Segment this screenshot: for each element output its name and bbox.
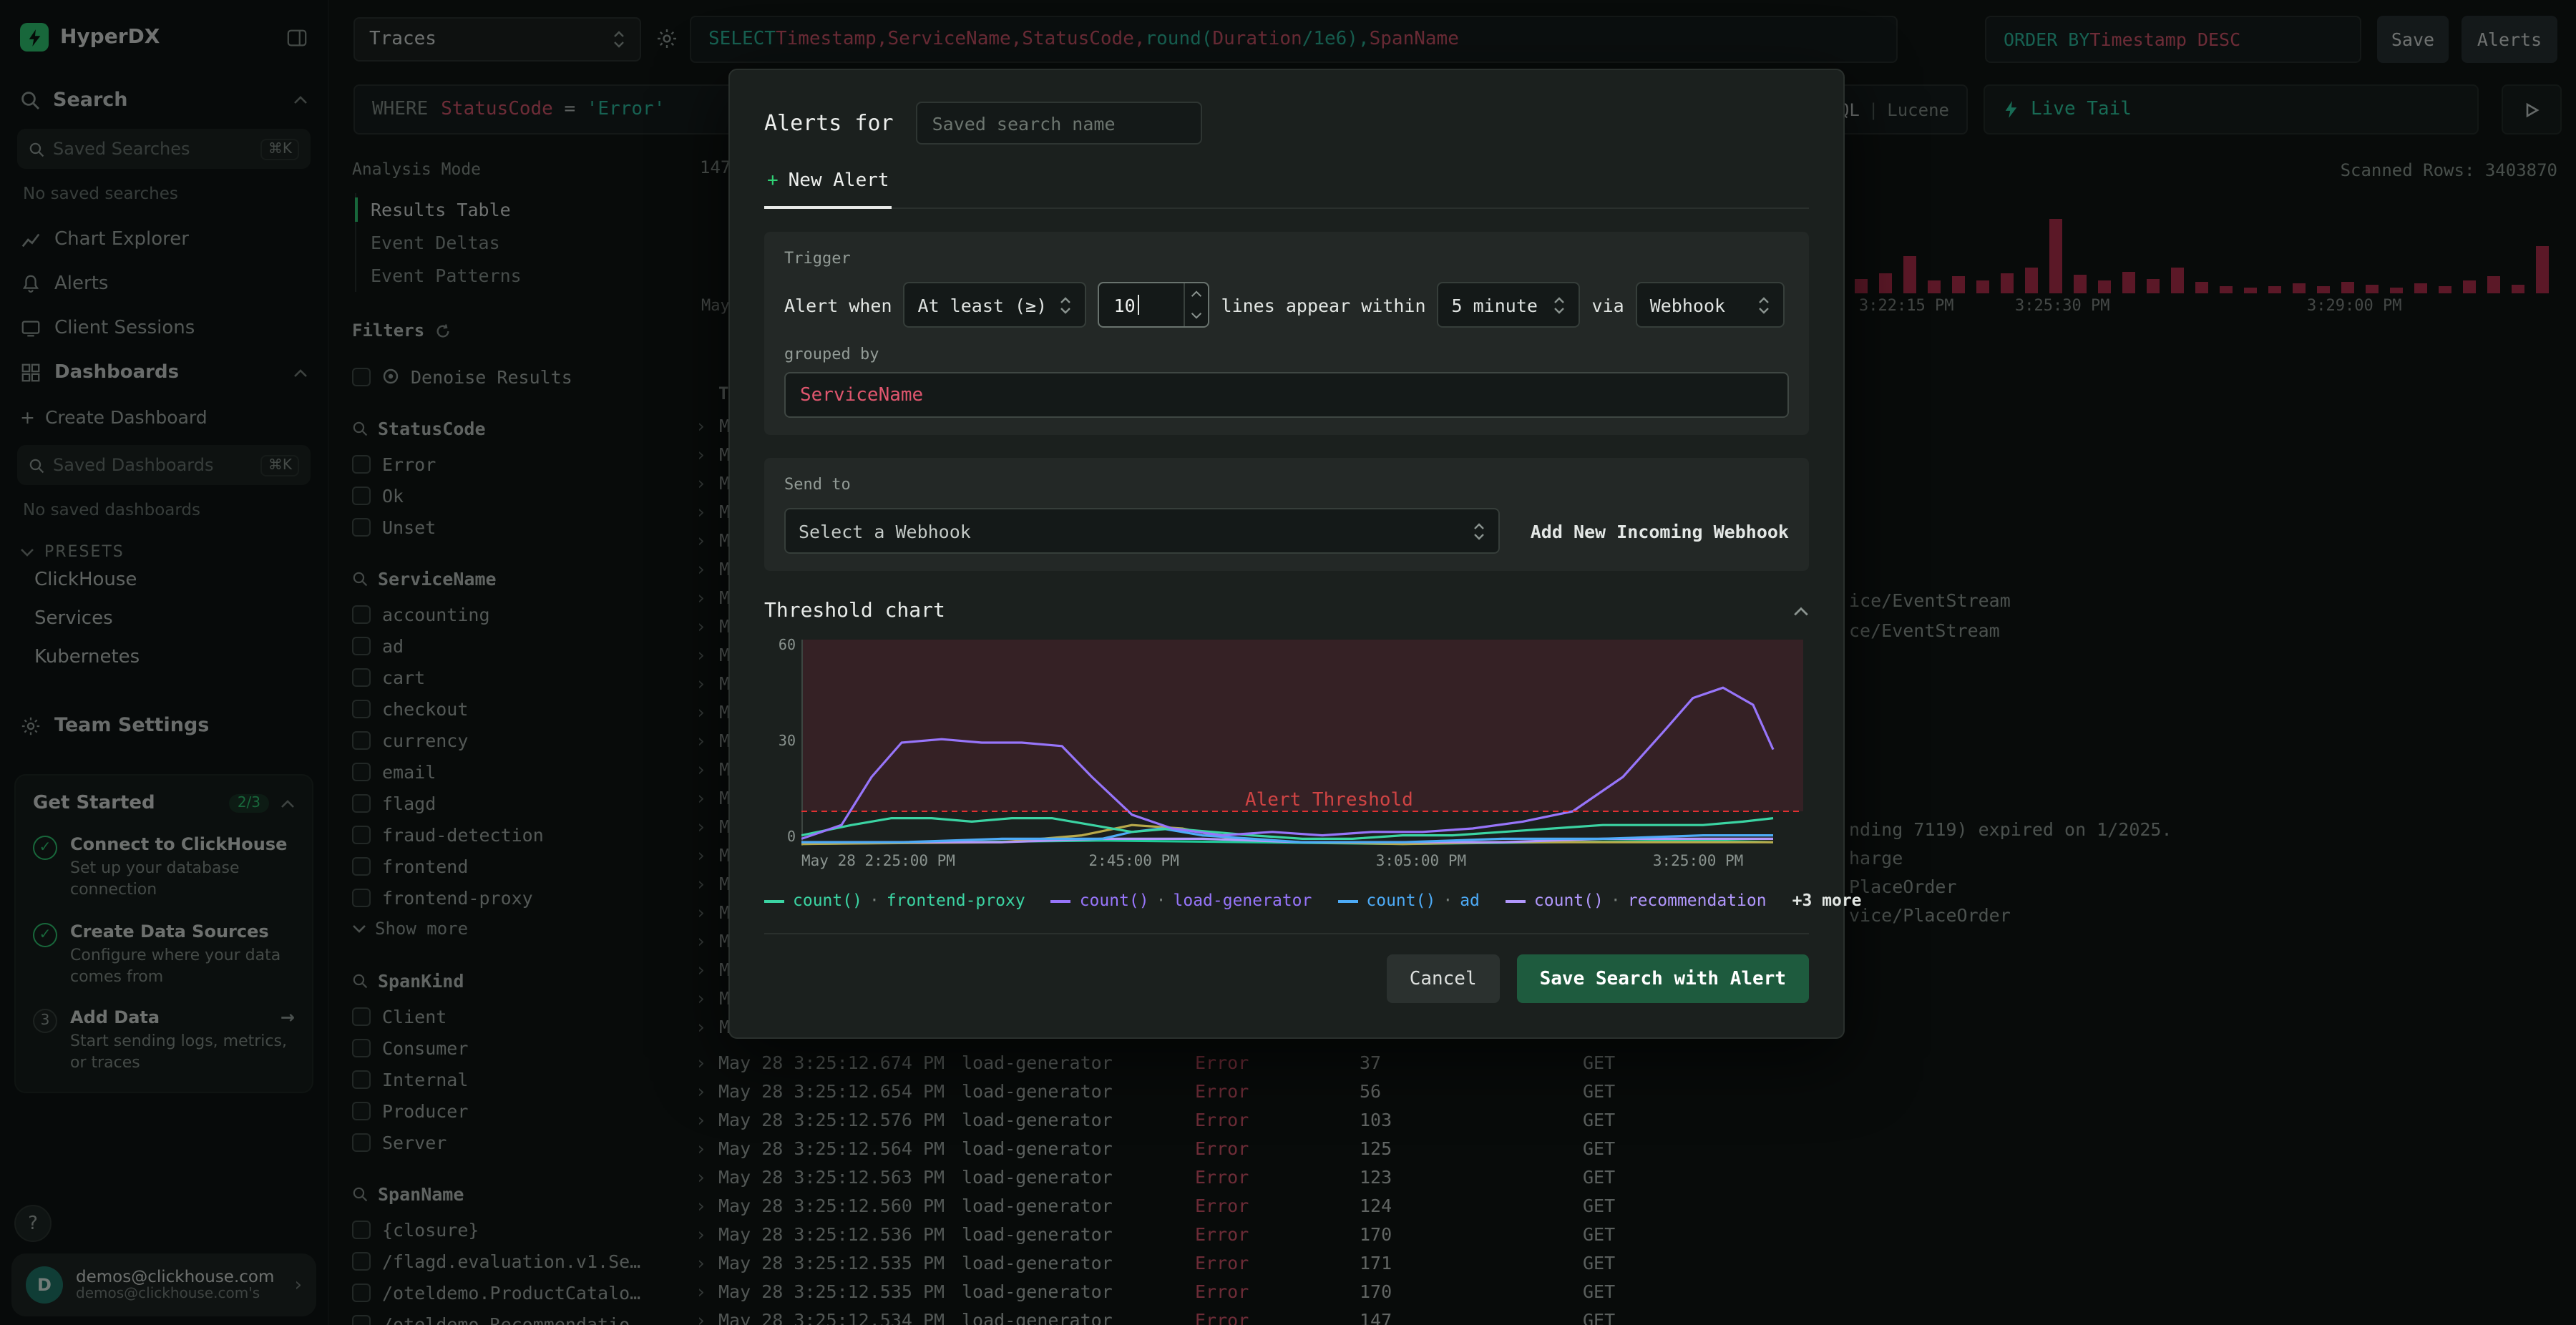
svg-text:Alert Threshold: Alert Threshold [1245, 789, 1413, 811]
legend-more-toggle[interactable]: +3 more [1792, 890, 1862, 910]
chevron-up-icon[interactable] [1793, 606, 1809, 616]
step-up-icon[interactable] [1186, 283, 1209, 305]
alert-tabs: + New Alert [764, 170, 1809, 209]
chevron-updown-icon [1758, 296, 1769, 313]
send-to-label: Send to [784, 475, 851, 494]
alert-when-label: Alert when [784, 294, 892, 316]
chart-legend: count() · frontend-proxy count() · load-gener… [764, 890, 1862, 910]
number-steppers[interactable] [1184, 283, 1209, 326]
y-tick-label: 30 [778, 734, 796, 750]
trigger-card: Trigger Alert when At least (≥) 10 lines… [764, 232, 1809, 435]
x-tick-label: 3:05:00 PM [1375, 853, 1467, 870]
channel-value: Webhook [1649, 294, 1726, 316]
saved-search-name-input[interactable] [916, 102, 1203, 145]
modal-title: Alerts for [764, 110, 894, 136]
chevron-updown-icon [1554, 296, 1565, 313]
x-tick-label: 3:25:00 PM [1652, 853, 1744, 870]
y-tick-label: 0 [786, 830, 796, 846]
threshold-chart-section: Threshold chart 60 30 0 Alert Threshold Ma… [764, 600, 1862, 910]
step-down-icon[interactable] [1186, 305, 1209, 326]
chevron-updown-icon [1060, 296, 1071, 313]
app-root: HyperDX Search ⌘K No saved searches [0, 0, 2576, 1325]
threshold-chart: Alert Threshold [801, 640, 1803, 846]
grouped-by-value: ServiceName [800, 384, 924, 406]
plus-icon: + [767, 170, 779, 192]
via-label: via [1591, 294, 1624, 316]
legend-item: count() · frontend-proxy [764, 890, 1025, 910]
threshold-chart-title: Threshold chart [764, 600, 945, 622]
chart-y-axis: 60 30 0 [764, 638, 796, 846]
time-window-value: 5 minute [1451, 294, 1538, 316]
chart-x-axis: May 28 2:25:00 PM 2:45:00 PM 3:05:00 PM 3:2… [801, 853, 1809, 873]
legend-item: count() · load-generator [1050, 890, 1312, 910]
time-window-select[interactable]: 5 minute [1437, 282, 1581, 328]
lines-within-label: lines appear within [1221, 294, 1426, 316]
x-tick-label: May 28 2:25:00 PM [801, 853, 955, 870]
y-tick-label: 60 [778, 638, 796, 654]
x-tick-label: 2:45:00 PM [1088, 853, 1179, 870]
channel-select[interactable]: Webhook [1635, 282, 1785, 328]
alert-modal: Alerts for + New Alert Trigger Alert whe… [728, 69, 1862, 1039]
tab-label: New Alert [788, 170, 889, 192]
legend-item: count() · recommendation [1505, 890, 1767, 910]
send-to-card: Send to Select a Webhook Add New Incomin… [764, 458, 1809, 571]
text-cursor [1138, 295, 1140, 315]
tab-new-alert[interactable]: + New Alert [764, 170, 892, 209]
legend-item: count() · ad [1337, 890, 1480, 910]
threshold-value: 10 [1113, 294, 1136, 316]
condition-value: At least (≥) [917, 294, 1048, 316]
threshold-number-input[interactable]: 10 [1098, 282, 1210, 328]
webhook-select-value: Select a Webhook [799, 520, 971, 542]
trigger-label: Trigger [784, 249, 851, 268]
add-webhook-button[interactable]: Add New Incoming Webhook [1531, 520, 1789, 542]
webhook-select[interactable]: Select a Webhook [784, 508, 1500, 554]
save-search-with-alert-button[interactable]: Save Search with Alert [1516, 954, 1809, 1003]
grouped-by-input[interactable]: ServiceName [784, 372, 1789, 418]
cancel-button[interactable]: Cancel [1386, 954, 1500, 1003]
chevron-updown-icon [1474, 522, 1484, 539]
grouped-by-label: grouped by [784, 345, 879, 363]
condition-select[interactable]: At least (≥) [903, 282, 1087, 328]
